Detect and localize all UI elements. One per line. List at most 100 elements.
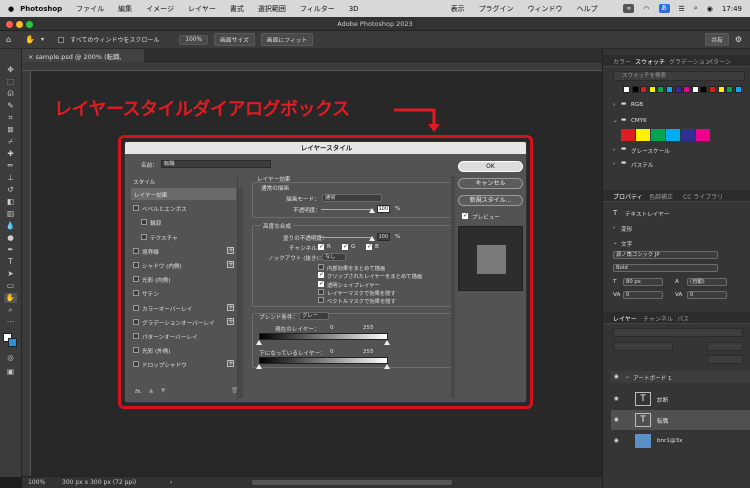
- eraser-tool-icon[interactable]: ◧: [4, 197, 17, 207]
- cmyk-swatch[interactable]: [666, 129, 680, 141]
- layer-row[interactable]: ◉ T 転職: [611, 410, 750, 430]
- fill-slider-thumb[interactable]: [369, 236, 375, 241]
- channel-r-checkbox[interactable]: [318, 243, 324, 250]
- visibility-eye-icon[interactable]: ◉: [614, 417, 619, 423]
- layer-fill[interactable]: [707, 355, 743, 364]
- swatch-group-pastel-chevron-icon[interactable]: ›: [613, 161, 615, 167]
- hand-tool-icon[interactable]: ✋: [4, 293, 17, 303]
- menu-type[interactable]: 書式: [230, 4, 244, 14]
- style-item[interactable]: 境界線 +: [131, 245, 236, 257]
- style-item[interactable]: テクスチャ: [131, 231, 236, 243]
- dodge-tool-icon[interactable]: ●: [4, 233, 17, 243]
- menu-3d[interactable]: 3D: [349, 5, 359, 13]
- scroll-all-checkbox[interactable]: [58, 36, 65, 43]
- layer-opacity[interactable]: [707, 342, 743, 351]
- wifi-icon[interactable]: ◠: [643, 5, 649, 13]
- more-tools-icon[interactable]: ⋯: [4, 317, 17, 327]
- blend-if-select[interactable]: グレー: [299, 312, 329, 320]
- swatch[interactable]: [648, 86, 656, 93]
- style-checkbox[interactable]: [133, 205, 139, 212]
- blend-option-checkbox[interactable]: [318, 271, 324, 279]
- menu-view[interactable]: 表示: [451, 4, 465, 14]
- options-scrollbar[interactable]: [451, 176, 455, 398]
- menu-layer[interactable]: レイヤー: [188, 4, 216, 14]
- control-center-icon[interactable]: ☰: [679, 5, 685, 13]
- move-down-icon[interactable]: ▼: [161, 388, 165, 394]
- tab-cc-libraries[interactable]: CC ライブラリ: [683, 192, 723, 201]
- under-layer-high-thumb[interactable]: [384, 364, 390, 369]
- visibility-eye-icon[interactable]: ◉: [614, 374, 619, 380]
- type-tool-icon[interactable]: T: [4, 257, 17, 267]
- blend-option-checkbox[interactable]: [318, 280, 324, 287]
- style-checkbox[interactable]: [133, 318, 139, 325]
- cmyk-swatch[interactable]: [696, 129, 710, 141]
- close-tab-icon[interactable]: ×: [28, 53, 33, 61]
- horizontal-scrollbar[interactable]: [252, 480, 452, 485]
- style-checkbox[interactable]: [133, 262, 139, 268]
- menu-plugins[interactable]: プラグイン: [479, 4, 514, 14]
- menu-filter[interactable]: フィルター: [300, 4, 335, 14]
- ok-button[interactable]: OK: [458, 161, 523, 172]
- zoom-100-button[interactable]: 100%: [179, 34, 208, 45]
- knockout-select[interactable]: なし: [322, 253, 346, 261]
- brush-tool-icon[interactable]: ✏: [4, 161, 17, 171]
- style-item[interactable]: シャドウ (内側) +: [131, 259, 236, 271]
- cmyk-swatch[interactable]: [681, 129, 695, 141]
- settings-gear-icon[interactable]: ⚙: [735, 35, 742, 44]
- preview-checkbox[interactable]: [462, 212, 468, 219]
- kerning-select[interactable]: 0: [623, 291, 663, 299]
- style-item[interactable]: カラーオーバーレイ +: [131, 302, 236, 314]
- add-style-icon[interactable]: +: [227, 317, 234, 325]
- lasso-tool-icon[interactable]: ᘏ: [4, 89, 17, 99]
- input-method-icon[interactable]: あ: [658, 4, 670, 13]
- blur-tool-icon[interactable]: 💧: [4, 221, 17, 231]
- style-checkbox[interactable]: [133, 290, 139, 297]
- layer-row[interactable]: ◉ T 診断: [611, 389, 750, 409]
- blend-option-checkbox[interactable]: [318, 288, 324, 295]
- swatch[interactable]: [657, 86, 665, 93]
- swatch[interactable]: [623, 86, 630, 93]
- status-chevron-icon[interactable]: ›: [170, 479, 172, 486]
- transform-chevron-icon[interactable]: ›: [613, 225, 615, 231]
- style-checkbox[interactable]: [141, 233, 147, 240]
- style-item[interactable]: 光彩 (内側): [131, 273, 236, 285]
- swatch-group-rgb[interactable]: RGB: [631, 102, 643, 108]
- quick-mask-icon[interactable]: ◎: [4, 353, 17, 363]
- history-brush-icon[interactable]: ↺: [4, 185, 17, 195]
- menu-window[interactable]: ウィンドウ: [528, 4, 563, 14]
- quick-select-icon[interactable]: ✎: [4, 101, 17, 111]
- this-layer-high-thumb[interactable]: [384, 340, 390, 345]
- font-size-select[interactable]: 80 px: [623, 278, 663, 286]
- cancel-button[interactable]: キャンセル: [458, 178, 523, 189]
- tab-color[interactable]: カラー: [613, 57, 631, 66]
- style-checkbox[interactable]: [133, 276, 139, 283]
- layer-filter[interactable]: [613, 328, 743, 337]
- style-checkbox[interactable]: [133, 333, 139, 339]
- document-tab[interactable]: × sample.psd @ 200% (転職, RGB/8): [22, 49, 144, 69]
- path-select-icon[interactable]: ➤: [4, 269, 17, 279]
- menu-file[interactable]: ファイル: [76, 4, 104, 14]
- swatch[interactable]: [726, 86, 734, 93]
- cmyk-swatch[interactable]: [636, 129, 650, 141]
- name-input[interactable]: 転職: [161, 160, 271, 168]
- swatch[interactable]: [666, 86, 673, 93]
- tab-adjustments[interactable]: 色調補正: [649, 192, 673, 201]
- swatch[interactable]: [691, 86, 699, 93]
- tab-patterns[interactable]: パターン: [707, 57, 731, 66]
- layer-blend-mode[interactable]: [613, 342, 673, 351]
- apple-icon[interactable]: ●: [8, 5, 14, 13]
- hand-tool-icon[interactable]: ✋: [25, 35, 35, 44]
- add-style-icon[interactable]: +: [227, 246, 234, 254]
- cmyk-swatch[interactable]: [621, 129, 635, 141]
- swatch-group-gray-chevron-icon[interactable]: ›: [613, 147, 615, 153]
- swatch[interactable]: [700, 86, 708, 93]
- pen-tool-icon[interactable]: ✒: [4, 245, 17, 255]
- style-checkbox[interactable]: [141, 219, 147, 226]
- zoom-tool-icon[interactable]: ⌕: [4, 305, 17, 315]
- artboard-row[interactable]: ◉ ⌄ アートボード 1: [611, 371, 750, 383]
- swatch[interactable]: [709, 86, 716, 93]
- layer-row[interactable]: ◉ bnr1@3x: [611, 431, 750, 451]
- swatch-group-gray[interactable]: グレースケール: [631, 147, 670, 155]
- swatch[interactable]: [640, 86, 648, 93]
- swatch-group-pastel[interactable]: パステル: [631, 161, 653, 169]
